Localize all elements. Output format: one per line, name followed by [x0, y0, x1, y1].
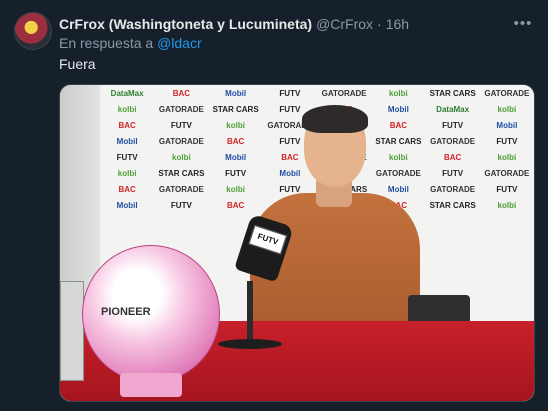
tweet-text: Fuera [59, 56, 96, 72]
reply-to-link[interactable]: @ldacr [157, 35, 202, 51]
sponsor-logo: kolbi [389, 152, 408, 162]
display-name[interactable]: CrFrox (Washingtoneta y Lucumineta) [59, 16, 312, 32]
sponsor-logo: FUTV [170, 200, 192, 210]
sponsor-logo: kolbi [117, 168, 137, 178]
microphone-stand [247, 281, 253, 345]
sponsor-logo: kolbi [117, 104, 137, 114]
sponsor-logo: STAR CARS [429, 88, 476, 98]
sponsor-logo: STAR CARS [429, 200, 476, 210]
sponsor-logo: kolbi [497, 152, 517, 162]
tweet-header: CrFrox (Washingtoneta y Lucumineta) @CrF… [59, 14, 508, 34]
sponsor-logo: FUTV [442, 120, 464, 130]
sponsor-logo: FUTV [496, 184, 518, 194]
sponsor-logo: Mobil [225, 88, 247, 98]
ball-brand-label: PIONEER [101, 306, 151, 318]
person-hair [302, 105, 368, 133]
sponsor-logo: GATORADE [158, 136, 204, 146]
sponsor-logo: DataMax [110, 88, 144, 98]
user-handle[interactable]: @CrFrox [316, 16, 373, 32]
tweet-media-photo[interactable]: DataMax BAC Mobil FUTV GATORADE kolbi STAR CAR… [59, 84, 535, 402]
sponsor-logo: kolbi [389, 88, 408, 98]
sponsor-logo: Mobil [116, 136, 138, 146]
microphone-flag: FUTV [248, 224, 287, 255]
sponsor-logo: Mobil [225, 152, 247, 162]
sponsor-logo: GATORADE [484, 88, 530, 98]
sponsor-logo: GATORADE [484, 168, 530, 178]
reply-prefix: En respuesta a [59, 35, 154, 51]
sponsor-logo: Mobil [496, 120, 518, 130]
sponsor-logo: GATORADE [321, 88, 367, 98]
sponsor-logo: FUTV [279, 88, 301, 98]
sponsor-logo: BAC [118, 184, 136, 194]
sponsor-logo: DataMax [436, 104, 470, 114]
sponsor-logo: Mobil [387, 104, 409, 114]
sponsor-logo: BAC [118, 120, 136, 130]
sponsor-logo: STAR CARS [158, 168, 205, 178]
mic-flag-label: FUTV [256, 231, 280, 247]
sponsor-logo: kolbi [497, 200, 517, 210]
separator-dot: · [377, 16, 382, 32]
sponsor-logo: BAC [226, 136, 245, 146]
microphone-base [218, 339, 282, 349]
more-options-icon[interactable]: ••• [512, 12, 534, 34]
sponsor-logo: GATORADE [158, 104, 204, 114]
sponsor-logo: BAC [226, 200, 245, 210]
tweet-card[interactable]: CrFrox (Washingtoneta y Lucumineta) @CrF… [0, 0, 548, 411]
ball-stand [120, 373, 182, 397]
sponsor-logo: BAC [443, 152, 462, 162]
recording-device [60, 281, 84, 381]
reply-context: En respuesta a @ldacr [59, 35, 202, 51]
avatar[interactable] [14, 12, 52, 50]
sponsor-logo: kolbi [172, 152, 191, 162]
sponsor-logo: GATORADE [430, 184, 476, 194]
sponsor-logo: FUTV [116, 152, 138, 162]
sponsor-logo: STAR CARS [375, 136, 422, 146]
sponsor-logo: kolbi [226, 120, 245, 130]
sponsor-logo: GATORADE [375, 168, 421, 178]
sponsor-logo: FUTV [496, 136, 518, 146]
sponsor-logo: kolbi [497, 104, 517, 114]
soccer-ball: PIONEER [82, 245, 220, 383]
sponsor-logo: FUTV [442, 168, 464, 178]
sponsor-logo: BAC [172, 88, 191, 98]
sponsor-logo: GATORADE [158, 184, 204, 194]
tweet-timestamp[interactable]: 16h [386, 16, 409, 32]
sponsor-logo: GATORADE [430, 136, 476, 146]
sponsor-logo: BAC [389, 120, 408, 130]
sponsor-logo: FUTV [170, 120, 192, 130]
sponsor-logo: Mobil [116, 200, 138, 210]
sponsor-logo: FUTV [225, 168, 247, 178]
sponsor-logo: kolbi [226, 184, 245, 194]
sponsor-logo: STAR CARS [212, 104, 259, 114]
